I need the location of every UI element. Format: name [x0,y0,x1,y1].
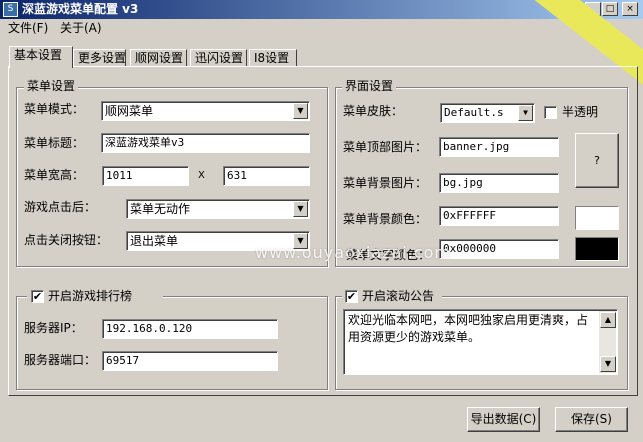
export-button[interactable]: 导出数据(C) [467,407,540,432]
menu-mode-select[interactable]: 顺网菜单 ▼ [101,101,310,121]
server-port-label: 服务器端口： [24,353,97,367]
bg-color-label: 菜单背景颜色： [343,212,428,226]
window-title: 深蓝游戏菜单配置 v3 [22,2,139,16]
menu-mode-label: 菜单模式： [24,102,85,116]
close-action-value: 退出菜单 [130,234,179,248]
save-button[interactable]: 保存(S) [555,407,628,432]
after-click-label: 游戏点击后： [24,200,97,214]
notice-checkbox[interactable]: ✔ [345,290,358,303]
maximize-button[interactable]: □ [602,2,618,16]
ranking-label: 开启游戏排行榜 [48,289,133,303]
tab-i8[interactable]: I8设置 [249,49,297,67]
menu-size-label: 菜单宽高： [24,168,85,182]
size-separator: X [198,170,205,181]
skin-value: Default.s [444,106,504,119]
after-click-select[interactable]: 菜单无动作 ▼ [126,199,310,219]
ranking-group [16,296,328,390]
menu-width-input[interactable]: 1011 [102,166,189,186]
banner-label: 菜单顶部图片： [343,140,428,154]
watermark-text: www.ouyaoxiazai.com [255,243,451,262]
text-color-swatch[interactable] [575,237,619,261]
text-color-input[interactable]: 0x000000 [439,239,559,259]
after-click-value: 菜单无动作 [130,202,191,216]
bg-image-label: 菜单背景图片： [343,176,428,190]
skin-label: 菜单皮肤： [343,104,404,118]
notice-textarea[interactable]: 欢迎光临本网吧，本网吧独家启用更清爽，占用资源更少的游戏菜单。 [343,309,618,375]
tab-more[interactable]: 更多设置 [73,49,126,67]
server-ip-label: 服务器IP： [24,321,83,335]
chevron-down-icon[interactable]: ▼ [293,201,308,217]
tab-xunshan[interactable]: 迅闪设置 [190,49,247,67]
tab-basic[interactable]: 基本设置 [9,46,73,68]
chevron-down-icon[interactable]: ▼ [518,105,533,121]
ui-settings-title: 界面设置 [342,79,397,93]
scroll-up-icon[interactable]: ▲ [600,312,616,328]
server-ip-input[interactable]: 192.168.0.120 [102,319,278,339]
bg-color-input[interactable]: 0xFFFFFF [439,206,559,226]
bg-color-swatch[interactable] [575,206,619,230]
tab-shunwang[interactable]: 顺网设置 [130,49,187,67]
ranking-checkbox[interactable]: ✔ [31,290,44,303]
banner-input[interactable]: banner.jpg [439,137,559,157]
skin-select[interactable]: Default.s ▼ [440,103,535,123]
bg-image-input[interactable]: bg.jpg [439,173,559,193]
server-port-input[interactable]: 69517 [102,351,278,371]
translucent-label: 半透明 [562,105,599,119]
chevron-down-icon[interactable]: ▼ [293,103,308,119]
menu-title-label: 菜单标题： [24,136,85,150]
scroll-down-icon[interactable]: ▼ [600,356,616,372]
menu-height-input[interactable]: 631 [223,166,310,186]
notice-label: 开启滚动公告 [362,289,435,303]
menu-about[interactable]: 关于(A) [57,19,105,38]
close-action-label: 点击关闭按钮： [24,233,109,247]
close-button[interactable]: × [622,2,638,16]
menu-mode-value: 顺网菜单 [105,104,154,118]
menu-settings-title: 菜单设置 [24,79,79,93]
help-button[interactable]: ? [575,133,619,188]
translucent-checkbox[interactable] [544,106,557,119]
menu-file[interactable]: 文件(F) [5,19,51,38]
menu-title-input[interactable]: 深蓝游戏菜单v3 [101,133,310,153]
app-icon: S [3,2,18,17]
